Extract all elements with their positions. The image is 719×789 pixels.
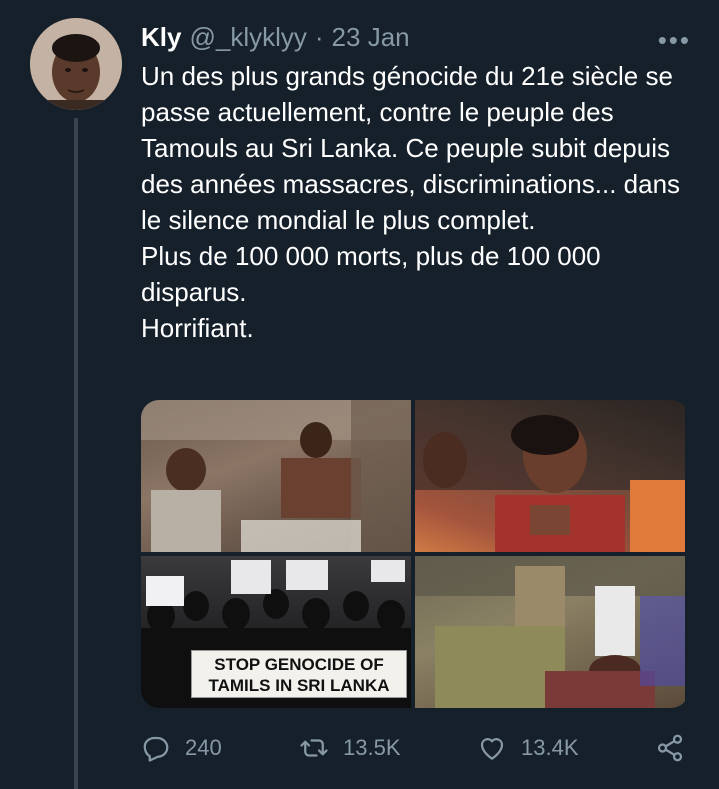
protest-banner: STOP GENOCIDE OF TAMILS IN SRI LANKA bbox=[191, 650, 407, 698]
photo-wounded-men bbox=[141, 400, 411, 552]
author-handle[interactable]: @_klyklyy bbox=[189, 22, 306, 53]
tweet-text-paragraph-3: Horrifiant. bbox=[141, 313, 254, 343]
avatar-image bbox=[30, 18, 122, 110]
thread-line bbox=[74, 118, 78, 789]
reply-icon bbox=[143, 736, 169, 762]
media-photo-4[interactable] bbox=[415, 556, 685, 708]
like-count: 13.4K bbox=[521, 735, 579, 760]
tweet-date[interactable]: 23 Jan bbox=[332, 22, 410, 53]
tweet-text-paragraph-2: Plus de 100 000 morts, plus de 100 000 d… bbox=[141, 241, 601, 307]
header-separator: · bbox=[314, 21, 324, 52]
photo-victims-ground bbox=[415, 556, 685, 708]
retweet-icon bbox=[300, 739, 328, 757]
retweet-count: 13.5K bbox=[343, 735, 401, 760]
author-name[interactable]: Kly bbox=[141, 22, 181, 53]
protest-banner-line-2: TAMILS IN SRI LANKA bbox=[208, 676, 390, 695]
tweet-text-paragraph-1: Un des plus grands génocide du 21e siècl… bbox=[141, 61, 681, 235]
like-icon bbox=[480, 738, 504, 760]
like-button[interactable]: 13.4K bbox=[477, 728, 579, 768]
reply-count: 240 bbox=[185, 735, 222, 760]
media-photo-2[interactable] bbox=[415, 400, 685, 552]
tweet-media-grid: STOP GENOCIDE OF TAMILS IN SRI LANKA bbox=[141, 400, 689, 708]
media-photo-1[interactable] bbox=[141, 400, 411, 552]
tweet-actions: 240 13.5K 13.4K bbox=[141, 728, 689, 768]
more-icon[interactable]: ••• bbox=[658, 25, 691, 56]
author-avatar[interactable] bbox=[30, 18, 122, 110]
media-photo-3[interactable]: STOP GENOCIDE OF TAMILS IN SRI LANKA bbox=[141, 556, 411, 708]
retweet-button[interactable]: 13.5K bbox=[299, 728, 401, 768]
protest-banner-line-1: STOP GENOCIDE OF bbox=[214, 655, 384, 674]
photo-grieving-women bbox=[415, 400, 685, 552]
tweet-text: Un des plus grands génocide du 21e siècl… bbox=[141, 58, 701, 346]
tweet-header: Kly @_klyklyy · 23 Jan ••• bbox=[141, 19, 699, 56]
share-icon bbox=[657, 734, 683, 762]
share-button[interactable] bbox=[655, 728, 699, 768]
reply-button[interactable]: 240 bbox=[141, 728, 222, 768]
